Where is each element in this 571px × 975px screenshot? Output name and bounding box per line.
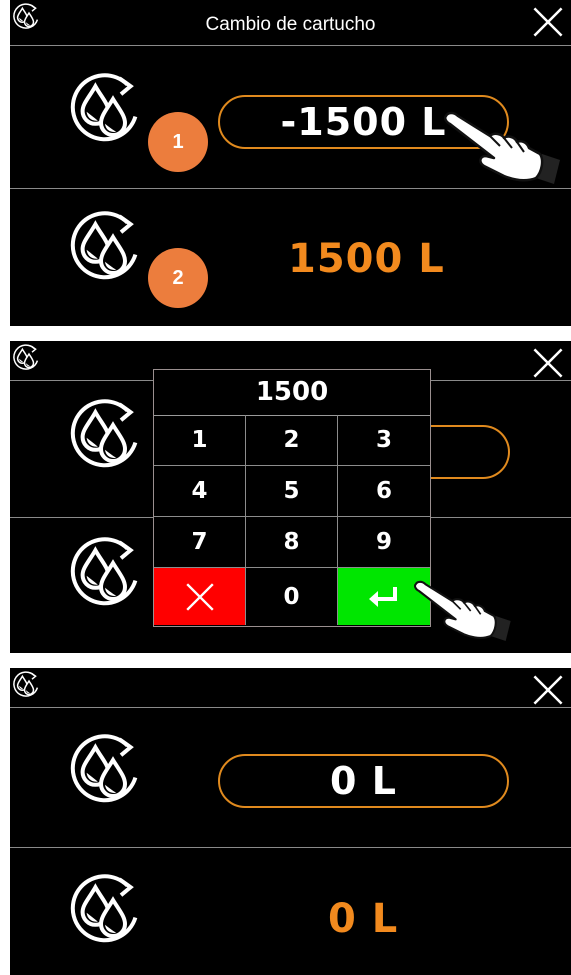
pointing-hand-icon bbox=[414, 577, 514, 645]
key-9[interactable]: 9 bbox=[338, 517, 430, 568]
cartridge-change-icon bbox=[65, 728, 145, 808]
cartridge-change-icon bbox=[65, 205, 145, 285]
key-8[interactable]: 8 bbox=[246, 517, 338, 568]
remaining-value: 1500 L bbox=[288, 236, 445, 282]
cartridge-change-icon bbox=[11, 342, 41, 372]
key-0[interactable]: 0 bbox=[246, 568, 338, 625]
header-bar: Cambio de cartucho bbox=[10, 0, 571, 46]
keypad-display: 1500 bbox=[154, 370, 430, 416]
numeric-keypad: 1500 1 2 3 4 5 6 7 8 9 0 bbox=[153, 369, 431, 627]
cartridge-change-icon bbox=[65, 393, 145, 473]
panel-keypad-entry: 1500 1 2 3 4 5 6 7 8 9 0 bbox=[10, 341, 571, 653]
cartridge-change-icon bbox=[65, 67, 145, 147]
panel-result: 0 L 0 L bbox=[10, 668, 571, 975]
close-icon[interactable] bbox=[531, 346, 565, 380]
step-badge-2: 2 bbox=[148, 248, 208, 308]
close-icon[interactable] bbox=[531, 5, 565, 39]
key-2[interactable]: 2 bbox=[246, 415, 338, 466]
counter-input[interactable]: 0 L bbox=[218, 754, 509, 808]
step-badge-1: 1 bbox=[148, 112, 208, 172]
key-4[interactable]: 4 bbox=[154, 466, 246, 517]
cancel-icon bbox=[184, 581, 216, 613]
enter-icon bbox=[369, 586, 397, 607]
pointing-hand-icon bbox=[444, 108, 564, 188]
key-3[interactable]: 3 bbox=[338, 415, 430, 466]
header-bar bbox=[10, 668, 571, 708]
cancel-button[interactable] bbox=[154, 568, 246, 625]
row-divider bbox=[10, 847, 571, 848]
cartridge-change-icon bbox=[65, 531, 145, 611]
cartridge-change-icon bbox=[11, 669, 41, 699]
key-7[interactable]: 7 bbox=[154, 517, 246, 568]
key-5[interactable]: 5 bbox=[246, 466, 338, 517]
key-6[interactable]: 6 bbox=[338, 466, 430, 517]
panel-cartridge-change: Cambio de cartucho -1500 L 1 1500 L 2 bbox=[10, 0, 571, 326]
close-icon[interactable] bbox=[531, 673, 565, 707]
key-1[interactable]: 1 bbox=[154, 415, 246, 466]
counter-value: 0 L bbox=[330, 759, 397, 803]
cartridge-change-icon bbox=[65, 868, 145, 948]
page-title: Cambio de cartucho bbox=[205, 14, 376, 35]
remaining-value: 0 L bbox=[328, 896, 399, 942]
row-divider bbox=[10, 188, 571, 189]
